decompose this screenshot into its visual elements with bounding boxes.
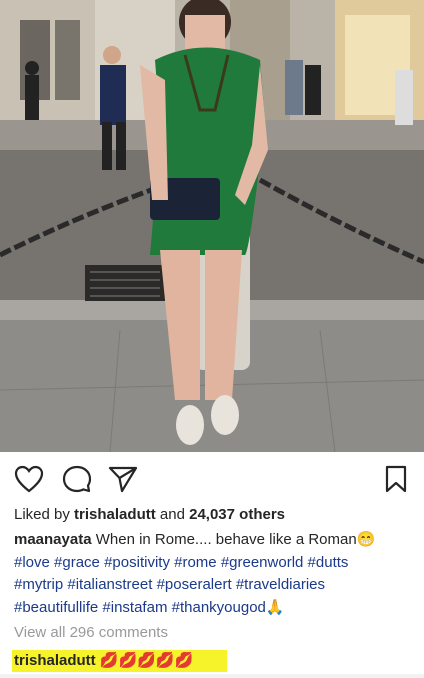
comment-row: trishaladutt 💋💋💋💋💋 (12, 650, 227, 672)
caption-text: When in Rome.... behave like a Roman (91, 531, 357, 548)
bookmark-icon[interactable] (384, 465, 408, 493)
street-photo-illustration (0, 0, 424, 452)
hashtag-link[interactable]: #greenworld (221, 554, 304, 571)
hashtag-link[interactable]: #mytrip (14, 576, 63, 593)
paper-plane-icon[interactable] (108, 465, 138, 493)
hashtag-link[interactable]: #love (14, 554, 50, 571)
hashtag-link[interactable]: #beautifullife (14, 599, 98, 616)
hashtag-link[interactable]: #dutts (308, 554, 349, 571)
hashtag-link[interactable]: #traveldiaries (236, 576, 325, 593)
liked-by-and: and (155, 506, 190, 523)
heart-outline-icon[interactable] (14, 465, 44, 493)
hashtag-row: #love #grace #positivity #rome #greenwor… (14, 552, 414, 575)
hashtag-link[interactable]: #positivity (104, 554, 170, 571)
caption-username[interactable]: maanayata (14, 531, 92, 548)
hashtag-link[interactable]: #italianstreet (67, 576, 152, 593)
praying-hands-emoji-icon: 🙏 (265, 598, 285, 616)
hashtag-link[interactable]: #thankyougod (172, 599, 266, 616)
liked-by-count[interactable]: 24,037 others (189, 506, 285, 523)
view-all-comments-link[interactable]: View all 296 comments (14, 624, 168, 641)
grin-emoji-icon: 😁 (356, 531, 376, 548)
hashtag-row: #mytrip #italianstreet #poseralert #trav… (14, 574, 414, 597)
hashtag-link[interactable]: #rome (174, 554, 217, 571)
likes-summary[interactable]: Liked by trishaladutt and 24,037 others (14, 506, 285, 523)
bottom-divider (0, 674, 424, 678)
liked-by-prefix: Liked by (14, 506, 75, 523)
hashtag-link[interactable]: #poseralert (157, 576, 232, 593)
caption-line: maanayata When in Rome.... behave like a… (14, 529, 414, 552)
hashtag-link[interactable]: #instafam (102, 599, 167, 616)
hashtag-link[interactable]: #grace (54, 554, 100, 571)
post-action-bar (0, 452, 424, 504)
speech-bubble-icon[interactable] (62, 465, 92, 493)
post-caption: maanayata When in Rome.... behave like a… (14, 529, 414, 619)
post-photo[interactable] (0, 0, 424, 452)
liked-by-user[interactable]: trishaladutt (74, 506, 156, 523)
comment-username[interactable]: trishaladutt (14, 652, 96, 669)
comment-text: 💋💋💋💋💋 (99, 652, 194, 669)
hashtag-row: #beautifullife #instafam #thankyougod🙏 (14, 597, 414, 620)
